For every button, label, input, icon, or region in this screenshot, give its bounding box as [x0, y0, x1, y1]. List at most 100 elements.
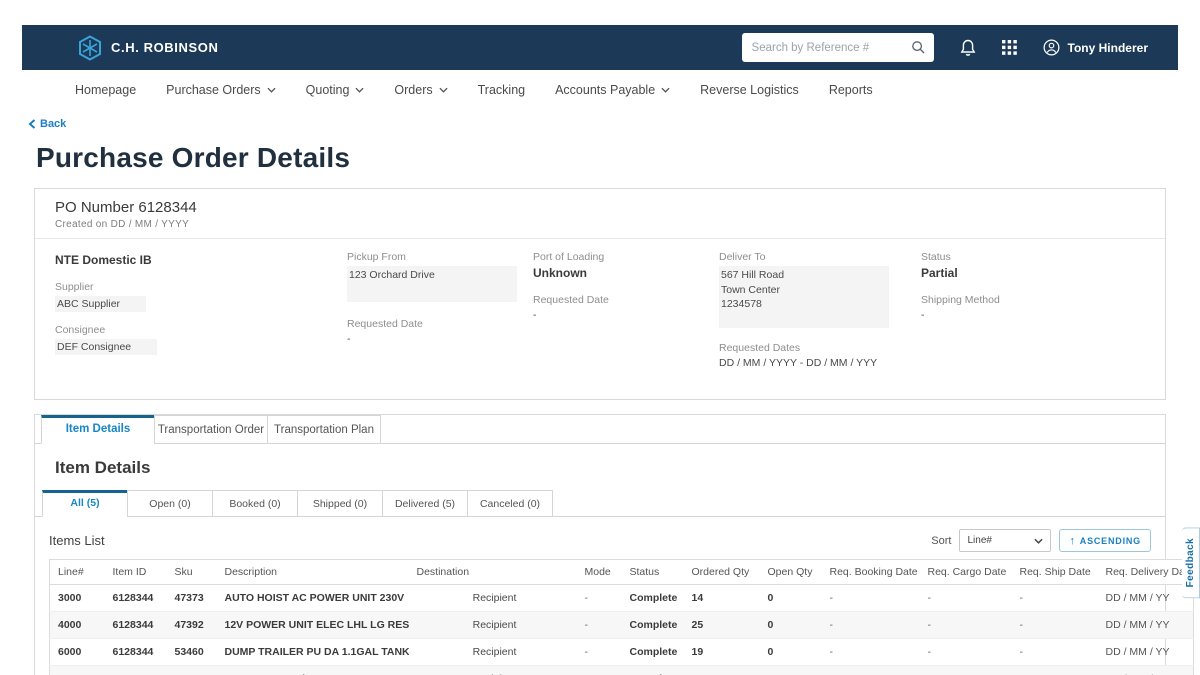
sort-select[interactable]: Line#: [959, 529, 1051, 552]
nav-item[interactable]: Accounts Payable: [555, 83, 670, 97]
nav-item[interactable]: Reverse Logistics: [700, 83, 799, 97]
column-header: Description: [217, 560, 409, 585]
column-header: Req. Delivery Date: [1098, 560, 1194, 585]
items-table: Line#Item IDSkuDescriptionDestinationMod…: [49, 559, 1194, 675]
table-cell: DD / MM / YY: [1098, 585, 1194, 612]
column-header: Req. Booking Date: [822, 560, 920, 585]
nav-item[interactable]: Quoting: [306, 83, 365, 97]
nav-item[interactable]: Tracking: [478, 83, 525, 97]
status-subtab[interactable]: Canceled (0): [467, 490, 553, 517]
supplier-value: ABC Supplier: [55, 296, 146, 312]
table-cell: 6128344: [105, 585, 167, 612]
table-cell: DD / MM / YY: [1098, 612, 1194, 639]
sort-select-value: Line#: [967, 535, 991, 546]
requested-dates-value: DD / MM / YYYY - DD / MM / YYY: [719, 357, 921, 369]
table-cell: -: [577, 585, 622, 612]
po-tab[interactable]: Item Details: [41, 415, 155, 444]
items-list-header: Items List Sort Line# ↑ ASCENDING: [49, 529, 1151, 552]
table-cell: 47392: [167, 612, 217, 639]
column-header: Mode: [577, 560, 622, 585]
port-of-loading-label: Port of Loading: [533, 251, 719, 263]
chevron-down-icon: [267, 87, 276, 93]
table-cell: -: [822, 666, 920, 675]
po-tabs: Item Details Transportation OrderTranspor…: [35, 415, 1165, 444]
apps-grid-icon[interactable]: [1002, 40, 1017, 55]
nav-item[interactable]: Homepage: [75, 83, 136, 97]
status-subtab[interactable]: All (5): [42, 490, 128, 517]
table-cell: -: [577, 666, 622, 675]
content: Back Purchase Order Details PO Number 61…: [0, 110, 1200, 675]
nav-item[interactable]: Purchase Orders: [166, 83, 275, 97]
column-header: Item ID: [105, 560, 167, 585]
table-cell: -: [1012, 585, 1098, 612]
table-cell: 14: [684, 585, 760, 612]
po-fields-grid: NTE Domestic IB Supplier ABC Supplier Co…: [35, 239, 1165, 399]
status-subtab[interactable]: Shipped (0): [297, 490, 383, 517]
table-cell: -: [920, 666, 1012, 675]
nav-item-label: Homepage: [75, 83, 136, 97]
pickup-requested-date-label: Requested Date: [347, 318, 533, 330]
table-cell: -: [1012, 612, 1098, 639]
pickup-from-label: Pickup From: [347, 251, 533, 263]
table-cell: Recipient: [409, 585, 577, 612]
table-cell: 15: [684, 666, 760, 675]
notifications-bell-icon[interactable]: [960, 39, 976, 57]
pickup-from-value: 123 Orchard Drive: [347, 266, 517, 302]
nav-item-label: Purchase Orders: [166, 83, 260, 97]
table-cell: -: [822, 639, 920, 666]
user-menu[interactable]: Tony Hinderer: [1043, 39, 1148, 56]
back-chevron-icon: [28, 119, 36, 129]
po-tab[interactable]: Transportation Order: [154, 415, 268, 444]
po-tab-label: Transportation Order: [158, 424, 264, 436]
brand-logo[interactable]: C.H. ROBINSON: [78, 35, 218, 61]
status-subtab-label: All (5): [70, 497, 99, 509]
column-header: Open Qty: [760, 560, 822, 585]
status-subtab[interactable]: Booked (0): [212, 490, 298, 517]
arrow-up-icon: ↑: [1069, 535, 1075, 547]
table-cell: DD / MM / YY: [1098, 639, 1194, 666]
nav-item-label: Reports: [829, 83, 873, 97]
feedback-button[interactable]: Feedback: [1182, 527, 1200, 598]
po-number: PO Number 6128344: [55, 199, 1145, 216]
table-cell: 4000: [50, 612, 105, 639]
status-label: Status: [921, 251, 1101, 263]
table-cell: -: [1012, 666, 1098, 675]
port-requested-date-label: Requested Date: [533, 294, 719, 306]
chevron-down-icon: [661, 87, 670, 93]
nav-item-label: Reverse Logistics: [700, 83, 799, 97]
status-subtab[interactable]: Open (0): [127, 490, 213, 517]
column-header: Req. Ship Date: [1012, 560, 1098, 585]
po-detail-tabs-card: Item Details Transportation OrderTranspor…: [34, 414, 1166, 675]
search-input[interactable]: [752, 42, 911, 54]
nav-item[interactable]: Reports: [829, 83, 873, 97]
table-cell: 8000: [50, 666, 105, 675]
table-cell: 47373: [167, 585, 217, 612]
search-box: [742, 33, 934, 62]
nav-item[interactable]: Orders: [394, 83, 447, 97]
table-cell: 25: [684, 612, 760, 639]
status-subtab[interactable]: Delivered (5): [382, 490, 468, 517]
table-cell: -: [822, 585, 920, 612]
back-link[interactable]: Back: [28, 118, 1166, 130]
ascending-sort-button[interactable]: ↑ ASCENDING: [1059, 529, 1151, 552]
table-row: 6000612834453460DUMP TRAILER PU DA 1.1GA…: [50, 639, 1194, 666]
shipping-method-label: Shipping Method: [921, 294, 1101, 306]
sort-area: Sort Line# ↑ ASCENDING: [931, 529, 1151, 552]
item-details-heading: Item Details: [55, 458, 1165, 478]
search-icon[interactable]: [911, 40, 926, 55]
chevron-down-icon: [439, 87, 448, 93]
chr-hexagon-logo-icon: [78, 35, 102, 61]
table-cell: -: [1012, 639, 1098, 666]
chevron-down-icon: [1034, 538, 1043, 544]
po-summary-card: PO Number 6128344 Created on DD / MM / Y…: [34, 188, 1166, 400]
table-cell: 19: [684, 639, 760, 666]
sort-label: Sort: [931, 535, 951, 547]
po-tab[interactable]: Transportation Plan: [267, 415, 381, 444]
chevron-down-icon: [355, 87, 364, 93]
table-cell: INDUST PU 230/460V 2320PSI 15: [217, 666, 409, 675]
status-subtabs: All (5) Open (0)Booked (0)Shipped (0)Deli…: [35, 490, 1165, 517]
topbar-right: Tony Hinderer: [742, 33, 1148, 62]
po-tab-label: Item Details: [66, 423, 131, 435]
table-cell: 6000: [50, 639, 105, 666]
table-cell: Complete: [622, 612, 684, 639]
